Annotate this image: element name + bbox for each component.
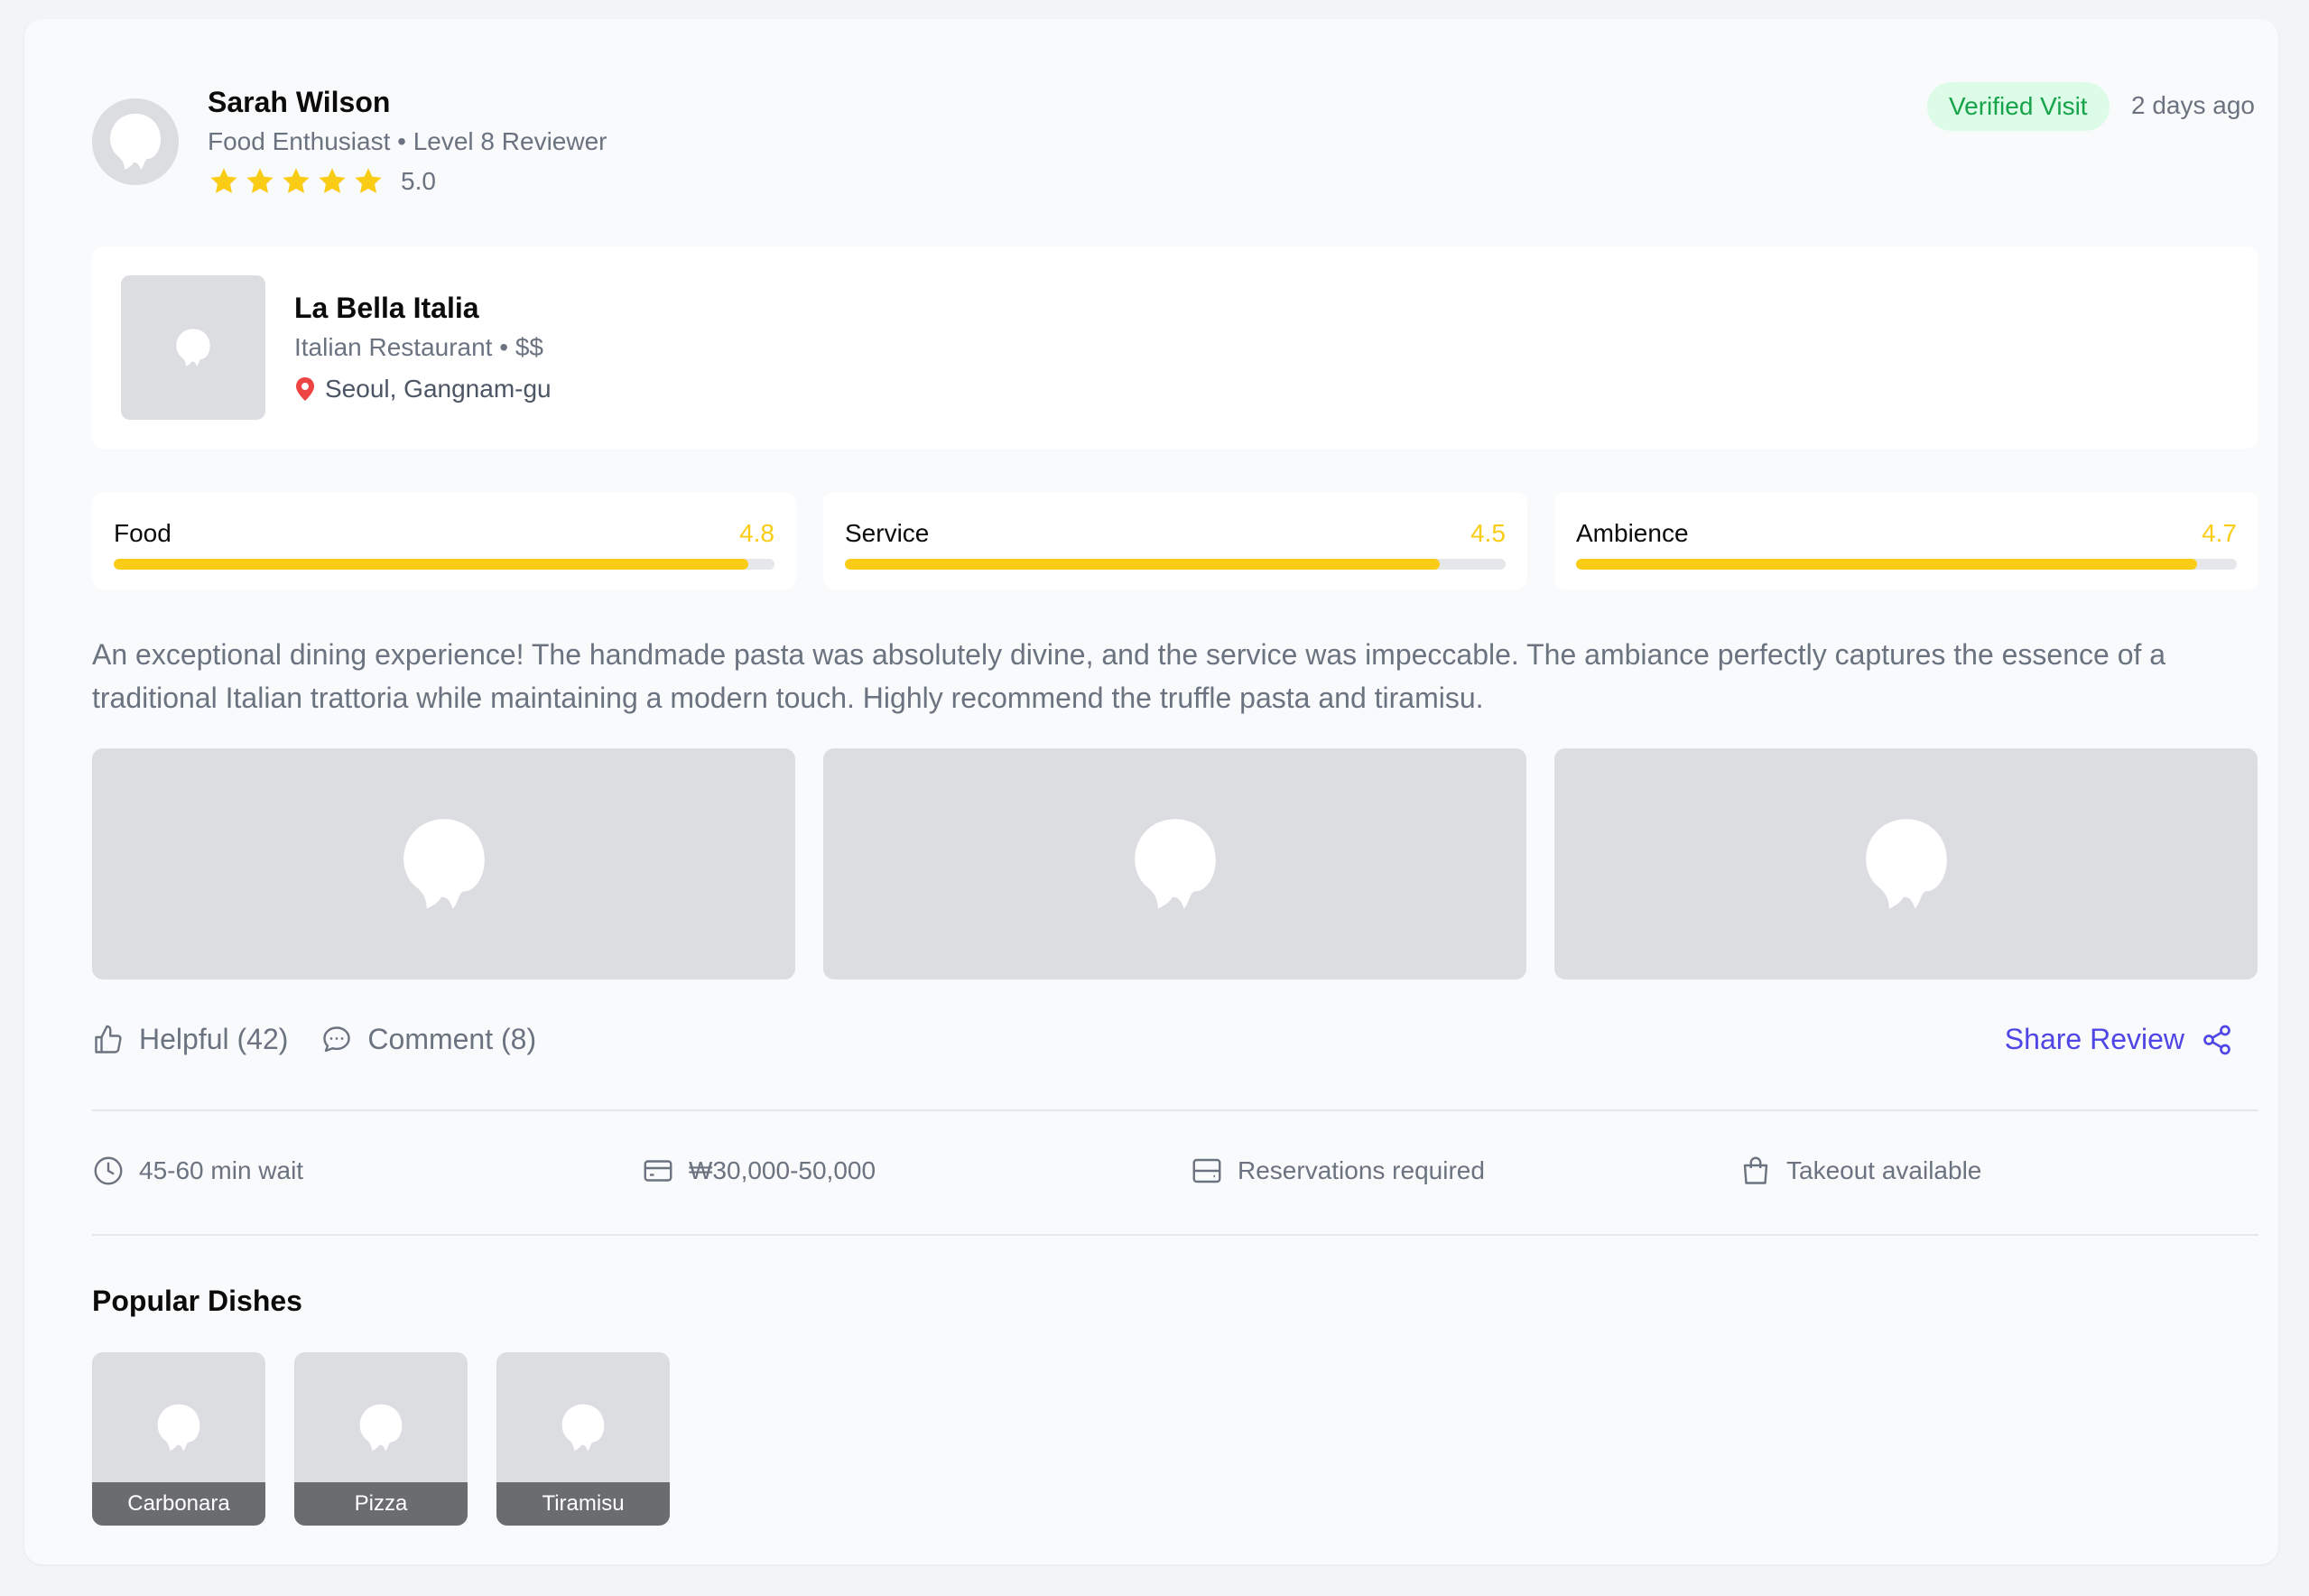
rating-value: 5.0 <box>401 167 436 195</box>
star-icon <box>355 168 382 193</box>
restaurant-location: Seoul, Gangnam-gu <box>294 375 552 404</box>
image-placeholder-icon <box>176 329 210 367</box>
image-placeholder-icon <box>561 1404 605 1452</box>
star-icon <box>246 168 274 193</box>
share-icon <box>2203 1025 2230 1054</box>
score-card-food: Food 4.8 <box>92 492 796 589</box>
star-icon <box>319 168 346 193</box>
reviewer-name[interactable]: Sarah Wilson <box>208 86 390 119</box>
score-bar-fill <box>1576 559 2198 570</box>
wait-text: 45-60 min wait <box>139 1156 304 1184</box>
star-rating: 5.0 <box>208 165 436 198</box>
dish-image <box>496 1403 670 1452</box>
image-placeholder-icon <box>403 819 485 909</box>
credit-card-icon <box>644 1160 672 1182</box>
info-wait: 45-60 min wait <box>92 1155 303 1187</box>
review-photo[interactable] <box>823 748 1526 979</box>
reservations-text: Reservations required <box>1238 1156 1485 1184</box>
review-actions: Helpful (42) Comment (8) <box>92 1023 569 1056</box>
review-photo[interactable] <box>92 748 795 979</box>
restaurant-subtitle: Italian Restaurant • $$ <box>294 333 543 362</box>
dish-label: Carbonara <box>92 1482 265 1526</box>
star-icon <box>283 168 310 193</box>
score-label: Service <box>845 519 930 547</box>
info-takeout: Takeout available <box>1739 1155 1981 1187</box>
separator-dot: • <box>397 127 413 155</box>
dish-image <box>294 1403 468 1452</box>
image-placeholder-icon <box>1865 819 1947 909</box>
reviewer-level: Level 8 Reviewer <box>413 127 607 155</box>
dish-card[interactable]: Carbonara <box>92 1352 265 1526</box>
price-range-text: ₩30,000-50,000 <box>689 1156 876 1184</box>
score-value: 4.8 <box>739 519 774 547</box>
clock-icon <box>94 1156 123 1185</box>
dish-label: Pizza <box>294 1482 468 1526</box>
helpful-button[interactable]: Helpful (42) <box>92 1023 288 1056</box>
separator-dot: • <box>499 333 515 361</box>
score-value: 4.5 <box>1470 519 1506 547</box>
comment-label: Comment (8) <box>367 1023 537 1055</box>
helpful-label: Helpful (42) <box>139 1023 289 1055</box>
score-label: Ambience <box>1576 519 1689 547</box>
reviewer-avatar[interactable] <box>92 98 179 185</box>
comment-icon <box>323 1025 351 1052</box>
score-bar <box>114 559 774 570</box>
restaurant-image <box>121 275 265 420</box>
score-bar-fill <box>114 559 748 570</box>
popular-dishes-title: Popular Dishes <box>92 1285 302 1317</box>
stars <box>208 165 385 198</box>
review-card: Sarah Wilson Food Enthusiast • Level 8 R… <box>24 19 2278 1564</box>
location-text: Seoul, Gangnam-gu <box>325 375 552 403</box>
verified-badge: Verified Visit <box>1927 82 2110 131</box>
reviewer-subtitle: Food Enthusiast • Level 8 Reviewer <box>208 127 607 156</box>
score-bar-fill <box>845 559 1440 570</box>
shopping-bag-icon <box>1743 1156 1768 1184</box>
score-label: Food <box>114 519 172 547</box>
restaurant-name[interactable]: La Bella Italia <box>294 292 479 325</box>
image-placeholder-icon <box>359 1404 403 1452</box>
image-placeholder-icon <box>157 1404 200 1452</box>
dish-card[interactable]: Tiramisu <box>496 1352 670 1526</box>
image-placeholder-icon <box>1134 819 1216 909</box>
comment-button[interactable]: Comment (8) <box>320 1023 536 1056</box>
info-price: ₩30,000-50,000 <box>642 1155 876 1187</box>
score-card-ambience: Ambience 4.7 <box>1554 492 2258 589</box>
review-text: An exceptional dining experience! The ha… <box>92 638 2166 714</box>
dish-card[interactable]: Pizza <box>294 1352 468 1526</box>
star-icon <box>210 168 237 193</box>
score-card-service: Service 4.5 <box>823 492 1527 589</box>
divider <box>92 1109 2258 1111</box>
dish-label: Tiramisu <box>496 1482 670 1526</box>
takeout-text: Takeout available <box>1786 1156 1982 1184</box>
review-time: 2 days ago <box>2131 91 2255 119</box>
score-value: 4.7 <box>2202 519 2237 547</box>
restaurant-category: Italian Restaurant <box>294 333 493 361</box>
restaurant-card[interactable]: La Bella Italia Italian Restaurant • $$ … <box>92 246 2258 449</box>
score-bar <box>845 559 1506 570</box>
dish-image <box>92 1403 265 1452</box>
reservation-icon <box>1192 1158 1221 1183</box>
reviewer-title: Food Enthusiast <box>208 127 391 155</box>
share-label: Share Review <box>2004 1023 2184 1055</box>
score-bar <box>1576 559 2237 570</box>
image-placeholder-icon <box>110 114 161 170</box>
review-photo[interactable] <box>1554 748 2258 979</box>
thumbs-up-icon <box>95 1025 122 1053</box>
restaurant-price: $$ <box>515 333 543 361</box>
share-review-button[interactable]: Share Review <box>2005 1023 2233 1056</box>
info-reservations: Reservations required <box>1191 1155 1485 1187</box>
map-pin-icon <box>296 377 314 401</box>
divider <box>92 1234 2258 1236</box>
